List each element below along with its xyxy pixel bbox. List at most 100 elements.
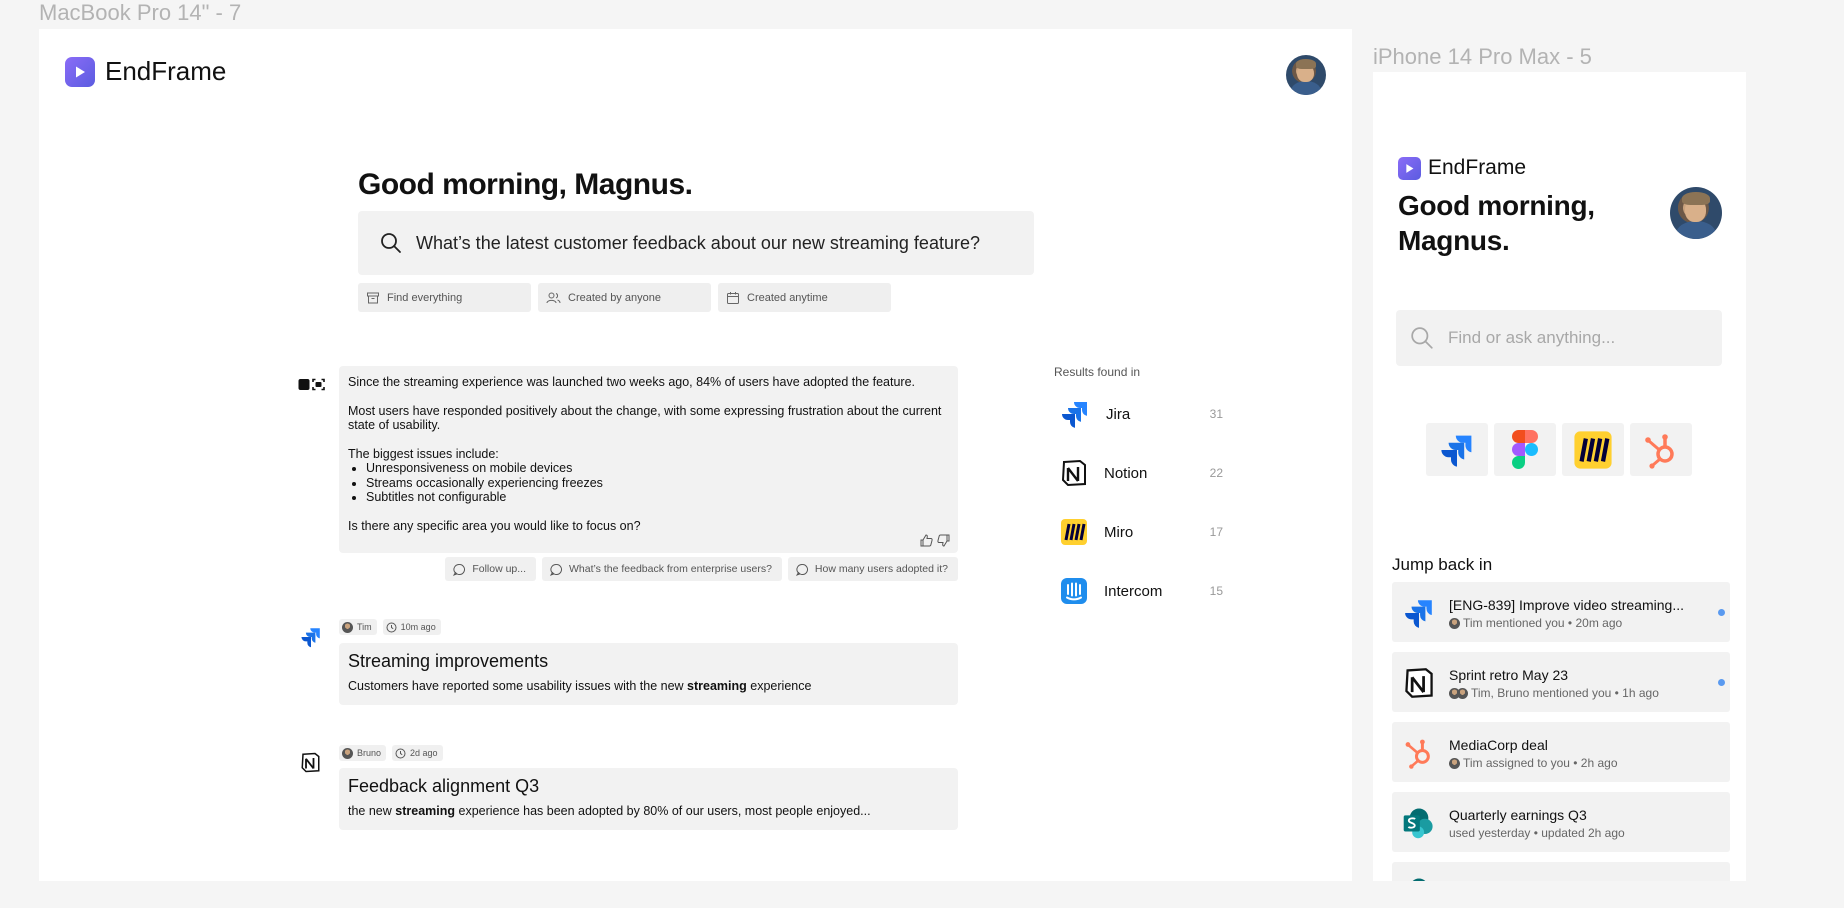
- jira-icon: [1062, 402, 1087, 428]
- thumbs-up-icon[interactable]: [920, 534, 933, 547]
- chat-bubble-icon: [550, 563, 562, 576]
- jump-back-title: Jump back in: [1392, 555, 1493, 574]
- doc-title: Streaming improvements: [348, 651, 549, 671]
- jump-item[interactable]: Sprint retro May 23 Tim, Bruno mentioned…: [1392, 652, 1730, 712]
- search-icon: [381, 233, 401, 253]
- result-count: 17: [1209, 525, 1223, 539]
- result-source-notion[interactable]: Notion 22: [1060, 455, 1223, 491]
- doc-snippet: Customers have reported some usability i…: [348, 679, 812, 693]
- time-badge: 10m ago: [382, 619, 441, 635]
- chat-bubble-icon: [453, 563, 466, 576]
- jira-icon: [1405, 600, 1432, 628]
- filter-type-label: Find everything: [387, 291, 463, 304]
- jump-item-title: [ENG-839] Improve video streaming...: [1449, 597, 1684, 613]
- avatar: [1457, 687, 1468, 699]
- doc-meta: Bruno 2d ago: [339, 745, 443, 761]
- miro-icon: [1574, 430, 1612, 469]
- author-badge: Tim: [339, 619, 377, 635]
- app-figma[interactable]: [1494, 423, 1556, 476]
- jump-item-title: MediaCorp deal: [1449, 737, 1548, 753]
- chip-label: What’s the feedback from enterprise user…: [569, 563, 772, 575]
- avatar: [342, 621, 353, 633]
- suggestion-chip[interactable]: What’s the feedback from enterprise user…: [542, 557, 782, 581]
- calendar-icon: [727, 291, 739, 304]
- filter-type[interactable]: Find everything: [358, 283, 531, 312]
- result-count: 15: [1209, 584, 1223, 598]
- result-count: 22: [1209, 466, 1223, 480]
- answer-paragraph: Most users have responded positively abo…: [348, 403, 942, 433]
- jump-item[interactable]: [1392, 862, 1730, 881]
- user-avatar[interactable]: [1286, 55, 1326, 95]
- search-placeholder: Find or ask anything...: [1448, 328, 1616, 347]
- answer-paragraph: The biggest issues include:: [348, 446, 499, 461]
- doc-meta: Tim 10m ago: [339, 619, 441, 635]
- search-icon: [1411, 327, 1433, 349]
- suggestion-chips: Follow up... What’s the feedback from en…: [445, 557, 958, 581]
- follow-up-chip[interactable]: Follow up...: [445, 557, 537, 581]
- result-source-name: Notion: [1104, 464, 1148, 482]
- list-item: Streams occasionally experiencing freeze…: [366, 476, 949, 491]
- app-jira[interactable]: [1426, 423, 1488, 476]
- answer-paragraph: Is there any specific area you would lik…: [348, 518, 641, 533]
- thumbs-down-icon[interactable]: [937, 534, 950, 547]
- clock-icon: [395, 748, 406, 758]
- author-badge: Bruno: [339, 745, 387, 761]
- jump-item-sub: used yesterday • updated 2h ago: [1449, 826, 1625, 840]
- result-source-name: Miro: [1104, 523, 1134, 541]
- logo-mark-icon: [1398, 156, 1421, 180]
- search-input[interactable]: Find or ask anything...: [1396, 310, 1722, 366]
- time-ago: 10m ago: [400, 622, 436, 632]
- unread-dot: [1718, 679, 1725, 686]
- doc-card[interactable]: Streaming improvements Customers have re…: [339, 643, 958, 705]
- desktop-frame: EndFrame Good morning, Magnus. What’s th…: [39, 29, 1352, 881]
- figma-icon: [1512, 429, 1538, 469]
- chip-label: Follow up...: [472, 563, 527, 575]
- notion-icon: [1405, 668, 1433, 698]
- result-source-intercom[interactable]: Intercom 15: [1060, 573, 1223, 609]
- notion-icon: [301, 752, 320, 773]
- filter-bar: Find everything Created by anyone Create…: [358, 283, 891, 312]
- mobile-frame-label: iPhone 14 Pro Max - 5: [1373, 44, 1592, 69]
- brand-name: EndFrame: [1428, 156, 1527, 179]
- chat-bubble-icon: [795, 563, 808, 576]
- jump-item[interactable]: Quarterly earnings Q3 used yesterday • u…: [1392, 792, 1730, 852]
- suggestion-chip[interactable]: How many users adopted it?: [787, 557, 958, 581]
- filter-author[interactable]: Created by anyone: [538, 283, 711, 312]
- hubspot-icon: [1405, 739, 1430, 769]
- answer-paragraph: Since the streaming experience was launc…: [348, 375, 916, 389]
- avatar: [342, 747, 353, 759]
- user-avatar[interactable]: [1670, 187, 1722, 239]
- search-input[interactable]: What’s the latest customer feedback abou…: [358, 211, 1034, 275]
- chip-label: How many users adopted it?: [814, 563, 948, 575]
- jump-item[interactable]: [ENG-839] Improve video streaming... Tim…: [1392, 582, 1730, 642]
- app-miro[interactable]: [1562, 423, 1624, 476]
- intercom-icon: [1061, 578, 1087, 604]
- users-icon: [546, 292, 561, 303]
- sharepoint-icon: [1403, 808, 1433, 839]
- author-name: Bruno: [357, 748, 382, 758]
- brand-name: EndFrame: [105, 56, 227, 86]
- search-query: What’s the latest customer feedback abou…: [416, 232, 980, 253]
- jira-icon: [301, 628, 320, 648]
- desktop-frame-label: MacBook Pro 14" - 7: [39, 0, 242, 25]
- result-source-jira[interactable]: Jira 31: [1060, 396, 1223, 432]
- filter-date-label: Created anytime: [747, 291, 828, 304]
- logo[interactable]: EndFrame: [65, 56, 226, 87]
- doc-card[interactable]: Feedback alignment Q3 the new streaming …: [339, 768, 958, 830]
- filter-author-label: Created by anyone: [568, 291, 661, 304]
- result-source-name: Intercom: [1104, 582, 1163, 600]
- list-item: Unresponsiveness on mobile devices: [366, 461, 949, 476]
- logo[interactable]: EndFrame: [1398, 156, 1526, 180]
- time-ago: 2d ago: [410, 748, 438, 758]
- page-title: Good morning, Magnus.: [358, 168, 693, 201]
- filter-date[interactable]: Created anytime: [718, 283, 891, 312]
- ai-assistant-icon: [298, 378, 325, 391]
- app-hubspot[interactable]: [1630, 423, 1692, 476]
- doc-title: Feedback alignment Q3: [348, 776, 540, 796]
- result-source-miro[interactable]: Miro 17: [1060, 514, 1223, 550]
- notion-icon: [1061, 459, 1086, 487]
- results-title: Results found in: [1054, 365, 1141, 379]
- issues-list: Unresponsiveness on mobile devices Strea…: [366, 461, 949, 505]
- jump-item[interactable]: MediaCorp deal Tim assigned to you • 2h …: [1392, 722, 1730, 782]
- miro-icon: [1061, 519, 1087, 545]
